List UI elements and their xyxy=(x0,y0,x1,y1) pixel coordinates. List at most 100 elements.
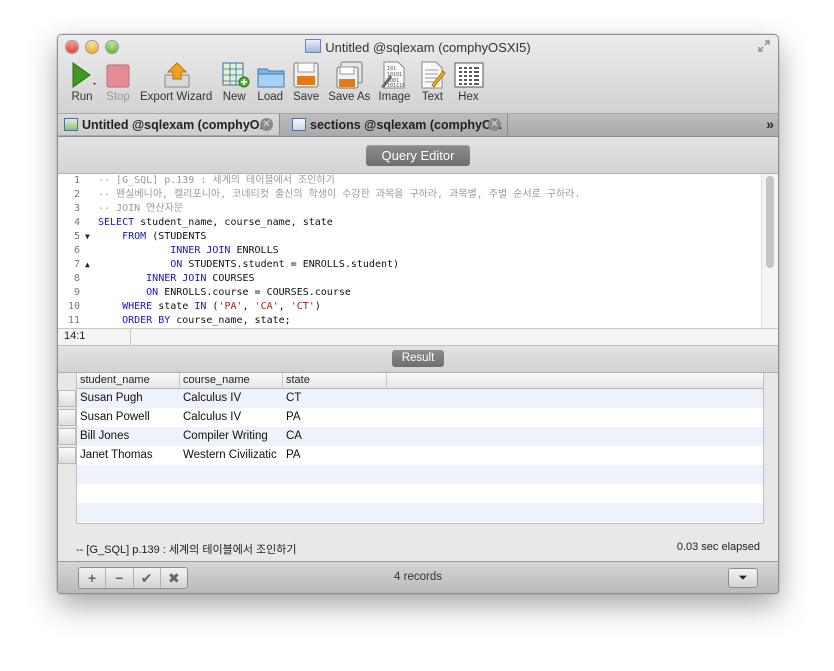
scroll-thumb[interactable] xyxy=(766,176,774,268)
close-tab-icon[interactable]: ✕ xyxy=(488,118,501,131)
code-text: -- JOIN 연산자문 xyxy=(98,202,183,216)
table-cell[interactable]: CA xyxy=(283,427,387,446)
document-icon xyxy=(305,39,322,53)
tab-sections[interactable]: sections @sqlexam (comphyO... ✕ xyxy=(286,114,508,135)
new-button[interactable]: New xyxy=(220,61,250,103)
query-editor-title[interactable]: Query Editor xyxy=(366,145,470,166)
line-number: 11 xyxy=(67,315,80,326)
table-cell[interactable]: PA xyxy=(283,408,387,427)
divider xyxy=(130,329,131,345)
table-cell[interactable]: Janet Thomas xyxy=(77,446,180,465)
window-title: Untitled @sqlexam (comphyOSXI5) xyxy=(58,39,778,55)
code-token: state xyxy=(152,301,195,312)
cursor-position: 14:1 xyxy=(64,330,86,342)
fullscreen-icon[interactable] xyxy=(758,40,772,54)
save-as-icon xyxy=(335,61,363,89)
line-number: 2 xyxy=(73,189,80,200)
table-cell[interactable]: Calculus IV xyxy=(180,408,283,427)
save-icon xyxy=(292,61,320,89)
table-cell[interactable]: PA xyxy=(283,446,387,465)
result-title[interactable]: Result xyxy=(392,350,444,367)
code-line[interactable]: 9 ON ENROLLS.course = COURSES.course xyxy=(58,286,758,300)
column-header-student-name[interactable]: student_name xyxy=(77,373,180,388)
column-header-course-name[interactable]: course_name xyxy=(180,373,283,388)
table-row[interactable]: Bill Jones Compiler Writing CA xyxy=(58,427,763,446)
line-number: 1 xyxy=(73,175,80,186)
table-cell[interactable]: Susan Powell xyxy=(77,408,180,427)
code-line[interactable]: 8 INNER JOIN COURSES xyxy=(58,272,758,286)
code-line[interactable]: 10 WHERE state IN ('PA', 'CA', 'CT') xyxy=(58,300,758,314)
code-token: -- 펜실베니아, 캘리포니아, 코네티컷 출신의 학생이 수강한 과목을 구하… xyxy=(98,189,581,200)
code-token: ENROLLS xyxy=(230,245,279,256)
code-area[interactable]: 1 -- [G_SQL] p.139 : 세계의 테이블에서 조인하기 2 -- 펜실… xyxy=(68,174,758,328)
tab-untitled[interactable]: Untitled @sqlexam (comphyO... ✕ xyxy=(58,114,280,135)
save-as-button[interactable]: Save As xyxy=(328,61,370,103)
result-grid[interactable]: student_name course_name state Susan Pug… xyxy=(58,373,764,524)
table-row[interactable]: Janet Thomas Western Civilizatic PA xyxy=(58,446,763,465)
table-row[interactable] xyxy=(77,465,763,484)
code-text: ORDER BY course_name, state; xyxy=(98,314,291,328)
text-button[interactable]: Text xyxy=(418,61,447,103)
run-button[interactable]: Run xyxy=(68,61,96,103)
export-wizard-icon xyxy=(162,61,190,89)
image-button[interactable]: 101 10101 0001 101110 Image xyxy=(378,61,410,103)
code-line[interactable]: 4 SELECT student_name, course_name, state xyxy=(58,216,758,230)
tab-bar: Untitled @sqlexam (comphyO... ✕ sections… xyxy=(58,114,778,137)
query-editor-header: Query Editor xyxy=(58,137,778,174)
code-token: IN xyxy=(194,301,207,312)
table-cell[interactable]: Susan Pugh xyxy=(77,389,180,408)
code-line[interactable]: 7 ▲ ON STUDENTS.student = ENROLLS.student… xyxy=(58,258,758,272)
table-cell[interactable]: CT xyxy=(283,389,387,408)
row-selector[interactable] xyxy=(58,447,76,464)
code-text: WHERE state IN ('PA', 'CA', 'CT') xyxy=(98,300,321,314)
load-button[interactable]: Load xyxy=(256,61,285,103)
table-cell[interactable]: Calculus IV xyxy=(180,389,283,408)
line-number: 10 xyxy=(67,301,80,312)
code-line[interactable]: 11 ORDER BY course_name, state; xyxy=(58,314,758,328)
stop-button[interactable]: Stop xyxy=(104,61,132,103)
code-line[interactable]: 1 -- [G_SQL] p.139 : 세계의 테이블에서 조인하기 xyxy=(58,174,758,188)
line-number: 4 xyxy=(73,217,80,228)
fold-toggle-icon[interactable]: ▲ xyxy=(85,258,90,272)
code-token: -- JOIN 연산자문 xyxy=(98,203,183,214)
table-row[interactable] xyxy=(77,503,763,522)
code-token: , xyxy=(242,301,255,312)
record-count: 4 records xyxy=(394,571,442,583)
tab-overflow-icon[interactable]: » xyxy=(766,116,774,132)
save-button[interactable]: Save xyxy=(292,61,320,103)
fold-toggle-icon[interactable]: ▼ xyxy=(85,230,90,244)
code-token: INNER JOIN xyxy=(98,273,207,284)
new-icon xyxy=(220,61,250,89)
code-line[interactable]: 5 ▼ FROM (STUDENTS xyxy=(58,230,758,244)
row-selector[interactable] xyxy=(58,409,76,426)
code-token: ORDER BY xyxy=(98,315,171,326)
toolbar: Run Stop Export Wizard New Load Save Sav… xyxy=(68,61,490,103)
editor-scrollbar[interactable] xyxy=(761,174,778,328)
table-row[interactable] xyxy=(77,484,763,503)
table-row[interactable]: Susan Powell Calculus IV PA xyxy=(58,408,763,427)
row-selector[interactable] xyxy=(58,390,76,407)
code-line[interactable]: 6 INNER JOIN ENROLLS xyxy=(58,244,758,258)
action-menu-icon[interactable]: ⏷ xyxy=(728,568,758,588)
hex-button[interactable]: Hex xyxy=(454,61,484,103)
column-header-state[interactable]: state xyxy=(283,373,387,388)
stop-icon xyxy=(104,61,132,89)
query-editor[interactable]: 1 -- [G_SQL] p.139 : 세계의 테이블에서 조인하기 2 -- 펜실… xyxy=(58,174,778,328)
svg-text:101110: 101110 xyxy=(387,83,405,89)
table-cell[interactable]: Western Civilizatic xyxy=(180,446,283,465)
line-number: 3 xyxy=(73,203,80,214)
table-cell[interactable]: Compiler Writing xyxy=(180,427,283,446)
export-wizard-button[interactable]: Export Wizard xyxy=(140,61,212,103)
table-cell[interactable]: Bill Jones xyxy=(77,427,180,446)
load-icon xyxy=(256,61,285,89)
close-tab-icon[interactable]: ✕ xyxy=(260,118,273,131)
table-row[interactable]: Susan Pugh Calculus IV CT xyxy=(58,389,763,408)
hex-icon xyxy=(454,61,484,89)
run-icon xyxy=(68,61,96,89)
code-text: INNER JOIN ENROLLS xyxy=(98,244,279,258)
row-selector[interactable] xyxy=(58,428,76,445)
code-line[interactable]: 2 -- 펜실베니아, 캘리포니아, 코네티컷 출신의 학생이 수강한 과목을 구… xyxy=(58,188,758,202)
code-line[interactable]: 3 -- JOIN 연산자문 xyxy=(58,202,758,216)
elapsed-time: 0.03 sec elapsed xyxy=(676,541,760,553)
line-number: 8 xyxy=(73,273,80,284)
